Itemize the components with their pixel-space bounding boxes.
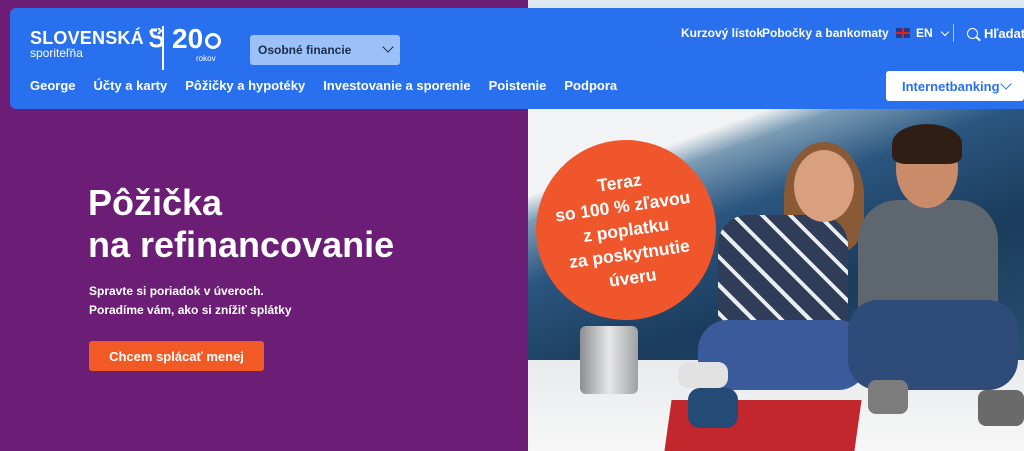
hero-title-line: na refinancovanie bbox=[88, 224, 395, 265]
language-switcher[interactable]: EN bbox=[896, 26, 949, 40]
nav-item-george[interactable]: George bbox=[30, 78, 76, 93]
hero-title-line: Pôžička bbox=[88, 182, 223, 223]
internetbanking-button[interactable]: Internetbanking bbox=[886, 71, 1024, 101]
paint-roller bbox=[688, 388, 738, 428]
logo-text: SLOVENSKÁ bbox=[30, 28, 144, 48]
language-label: EN bbox=[916, 26, 933, 40]
woman-head bbox=[794, 150, 854, 222]
search-label: Hľadať bbox=[984, 26, 1024, 41]
nav-item-support[interactable]: Podpora bbox=[564, 78, 617, 93]
hero-title: Pôžička na refinancovanie bbox=[88, 182, 394, 266]
internetbanking-label: Internetbanking bbox=[902, 78, 1000, 94]
chevron-down-icon bbox=[1000, 78, 1012, 90]
segment-select[interactable]: Osobné financie bbox=[250, 35, 400, 65]
nav-item-investing-saving[interactable]: Investovanie a sporenie bbox=[323, 78, 470, 93]
branches-link[interactable]: Pobočky a bankomaty bbox=[762, 26, 889, 40]
logo-wordmark: SLOVENSKÁ bbox=[30, 27, 164, 48]
hero-subtitle: Spravte si poriadok v úveroch. Poradíme … bbox=[89, 282, 292, 320]
hero-subtitle-line: Spravte si poriadok v úveroch. bbox=[89, 284, 264, 298]
nav-item-accounts-cards[interactable]: Účty a karty bbox=[94, 78, 168, 93]
logo-divider bbox=[162, 26, 164, 70]
badge-line: úveru bbox=[607, 264, 658, 291]
shoe bbox=[678, 362, 728, 388]
cta-button[interactable]: Chcem splácať menej bbox=[89, 341, 264, 371]
search-button[interactable]: Hľadať bbox=[967, 26, 1024, 41]
chevron-down-icon bbox=[382, 41, 394, 53]
bank-logo[interactable]: SLOVENSKÁ sporiteľňa bbox=[30, 27, 164, 60]
circle-icon bbox=[205, 32, 222, 49]
paint-can bbox=[580, 326, 638, 394]
shoe bbox=[868, 380, 908, 414]
uk-flag-icon bbox=[896, 28, 910, 38]
search-icon bbox=[967, 28, 978, 39]
main-nav: George Účty a karty Pôžičky a hypotéky I… bbox=[30, 78, 617, 93]
anniversary-digits: 20 bbox=[172, 23, 204, 54]
chevron-down-icon bbox=[940, 27, 949, 36]
nav-item-loans-mortgages[interactable]: Pôžičky a hypotéky bbox=[185, 78, 305, 93]
nav-item-insurance[interactable]: Poistenie bbox=[489, 78, 547, 93]
anniversary-subtext: rokov bbox=[196, 54, 216, 63]
anniversary-logo: 20 rokov bbox=[172, 23, 222, 63]
anniversary-number: 20 bbox=[172, 23, 222, 54]
man-hair bbox=[892, 124, 962, 164]
hero-subtitle-line: Poradíme vám, ako si znížiť splátky bbox=[89, 303, 292, 317]
rate-list-link[interactable]: Kurzový lístok bbox=[681, 26, 763, 40]
site-header: SLOVENSKÁ sporiteľňa 20 rokov Osobné fin… bbox=[10, 8, 1024, 109]
shoe bbox=[978, 390, 1024, 426]
segment-select-value: Osobné financie bbox=[258, 43, 352, 57]
man-legs bbox=[848, 300, 1018, 390]
utility-separator bbox=[953, 24, 954, 42]
logo-subtext: sporiteľňa bbox=[30, 46, 83, 60]
